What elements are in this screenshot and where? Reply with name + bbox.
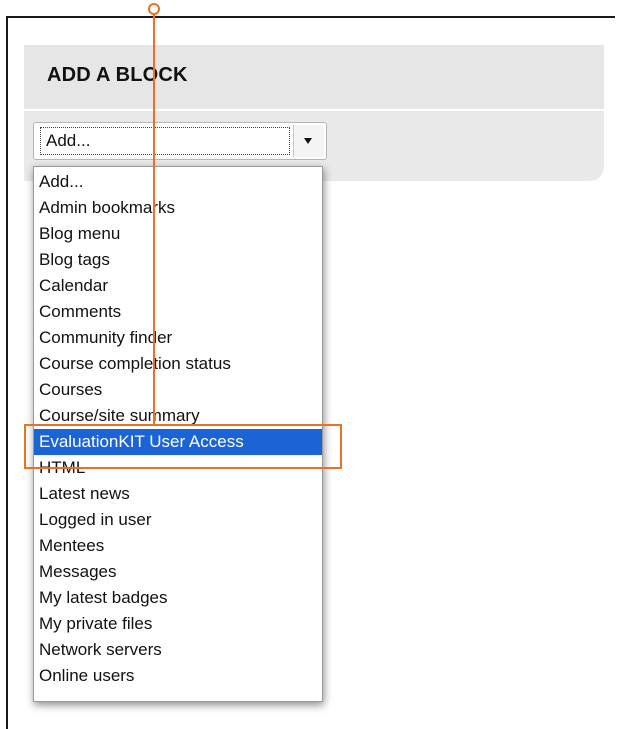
select-arrow-button[interactable] [293, 125, 324, 157]
option-mentees[interactable]: Mentees [34, 533, 322, 559]
annotation-pointer-line [153, 14, 155, 426]
add-block-select[interactable]: Add... [33, 122, 327, 160]
option-community-finder[interactable]: Community finder [34, 325, 322, 351]
option-latest-news[interactable]: Latest news [34, 481, 322, 507]
option-online-users[interactable]: Online users [34, 663, 322, 689]
block-header: ADD A BLOCK [24, 45, 604, 111]
option-blog-menu[interactable]: Blog menu [34, 221, 322, 247]
option-network-servers[interactable]: Network servers [34, 637, 322, 663]
annotation-highlight-box [24, 424, 342, 469]
option-courses[interactable]: Courses [34, 377, 322, 403]
option-add[interactable]: Add... [34, 169, 322, 195]
option-my-private-files[interactable]: My private files [34, 611, 322, 637]
chevron-down-icon [304, 138, 312, 144]
option-course-completion-status[interactable]: Course completion status [34, 351, 322, 377]
option-blog-tags[interactable]: Blog tags [34, 247, 322, 273]
option-comments[interactable]: Comments [34, 299, 322, 325]
block-title: ADD A BLOCK [47, 64, 188, 86]
option-calendar[interactable]: Calendar [34, 273, 322, 299]
annotation-pointer-dot [148, 3, 160, 15]
frame-left-border [6, 16, 8, 729]
option-messages[interactable]: Messages [34, 559, 322, 585]
select-value: Add... [40, 127, 290, 155]
option-logged-in-user[interactable]: Logged in user [34, 507, 322, 533]
frame-top-border [6, 16, 615, 18]
add-block-panel: ADD A BLOCK [24, 45, 604, 181]
option-my-latest-badges[interactable]: My latest badges [34, 585, 322, 611]
option-admin-bookmarks[interactable]: Admin bookmarks [34, 195, 322, 221]
